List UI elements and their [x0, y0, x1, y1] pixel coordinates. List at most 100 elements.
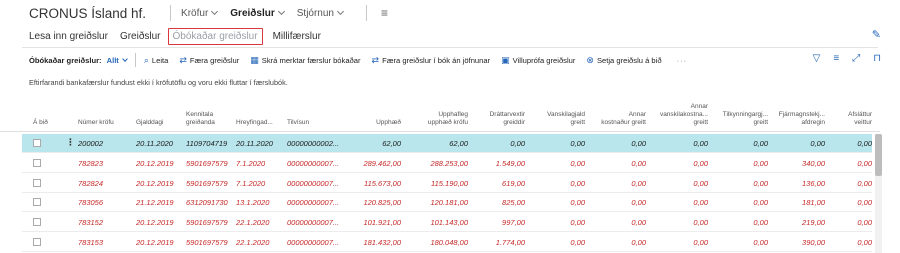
toolbar-right: ▽ ≡ ⤢ ⊓	[813, 53, 881, 64]
column-header[interactable]: Kennitala greiðanda	[186, 111, 234, 127]
table-row[interactable]: 783153 20.12.2019 5901697579 22.1.2020 00000…	[22, 233, 872, 252]
put-on-hold-button[interactable]: ⊗ Setja greiðslu á bið	[586, 55, 661, 66]
table-cell: 0,00	[753, 139, 768, 148]
menu-label: Kröfur	[181, 7, 209, 19]
table-row[interactable]: 783056 21.12.2019 6312091730 13.1.2020 00000…	[22, 193, 872, 213]
table-cell: 21.12.2019	[136, 198, 174, 208]
table-cell: 0,00	[693, 178, 708, 188]
column-header-text: Upphæð	[376, 119, 401, 126]
separator	[366, 5, 367, 21]
column-header[interactable]: Dráttarvextir greiddir	[472, 111, 525, 127]
column-header-text: greiddir	[503, 119, 525, 126]
on-hold-checkbox[interactable]	[33, 139, 41, 147]
column-header[interactable]: Tilkynningargj... greitt	[713, 111, 768, 127]
vertical-scrollbar[interactable]	[875, 134, 882, 253]
search-button[interactable]: ⌕ Leita	[144, 55, 169, 66]
list-view-icon[interactable]: ≡	[833, 53, 839, 64]
column-header[interactable]: Á bið	[33, 119, 63, 127]
separator	[134, 53, 136, 67]
nav-item-lesa-inn[interactable]: Lesa inn greiðslur	[29, 31, 108, 42]
test-report-icon: ▣	[501, 54, 510, 65]
table-row[interactable]: 783152 20.12.2019 5901697579 22.1.2020 00000…	[22, 213, 872, 233]
column-header[interactable]: Upphæð	[347, 119, 401, 127]
column-header-text: Hreyfingad...	[236, 119, 273, 126]
table-cell[interactable]: 783153	[78, 238, 128, 247]
cancel-icon: ⊗	[586, 54, 594, 65]
bookmark-icon[interactable]: ⊓	[873, 53, 881, 64]
column-header[interactable]: Afsláttur veittur	[829, 111, 872, 127]
menu-stjornun[interactable]: Stjórnun	[296, 7, 345, 19]
table-cell: 136,00	[802, 178, 825, 188]
table-cell: 7.1.2020	[236, 158, 266, 168]
info-message: Eftirfarandi bankafærslur fundust ekki í…	[29, 78, 288, 87]
filter-icon[interactable]: ▽	[813, 53, 821, 64]
column-header-text: Fjármagnstekj...	[778, 111, 825, 118]
hamburger-icon[interactable]: ≡	[381, 6, 388, 20]
on-hold-checkbox[interactable]	[33, 158, 41, 167]
table-row[interactable]: 782823 20.12.2019 5901697579 7.1.2020 000000…	[22, 154, 872, 173]
table-cell: 115.673,00	[364, 178, 401, 188]
table-cell: 825,00	[502, 198, 525, 208]
scrollbar-thumb[interactable]	[875, 134, 882, 176]
more-options-icon[interactable]: ···	[677, 56, 688, 65]
page-label: Óbókaðar greiðslur:	[29, 55, 102, 65]
menu-label: Greiðslur	[230, 7, 275, 19]
column-header-text: Vanskilagjald	[547, 111, 585, 118]
table-cell: 0,00	[753, 198, 768, 208]
nav-item-millifaerslur[interactable]: Millifærslur	[273, 31, 321, 42]
column-header[interactable]: Annar vanskilakostna... greitt	[650, 103, 708, 127]
table-cell: 340,00	[802, 158, 825, 168]
on-hold-checkbox[interactable]	[33, 218, 41, 227]
column-header[interactable]: Annar kostnaður greitt	[590, 111, 646, 127]
column-header-text: Gjalddagi	[136, 119, 164, 126]
test-payments-button[interactable]: ▣ Villuprófa greiðslur	[501, 55, 575, 66]
table-cell[interactable]: 782823	[78, 159, 128, 168]
on-hold-checkbox[interactable]	[33, 198, 41, 207]
expand-icon[interactable]: ⤢	[852, 53, 860, 64]
column-header[interactable]: Tilvísun	[287, 119, 342, 127]
table-cell: 5901697579	[186, 178, 228, 188]
column-header[interactable]: Vanskilagjald greitt	[530, 111, 585, 127]
column-header-text: upphæð kröfu	[427, 119, 468, 126]
column-header[interactable]: Fjármagnstekj... afdregin	[773, 111, 825, 127]
column-header[interactable]: Upphafleg upphæð kröfu	[405, 111, 468, 127]
table-cell: 00000000007...	[287, 198, 340, 208]
column-header[interactable]: Gjalddagi	[136, 119, 181, 127]
mark-posted-button[interactable]: ▦ Skrá merktar færslur bókaðar	[250, 55, 360, 66]
table-cell[interactable]: 782824	[78, 179, 128, 188]
pin-icon[interactable]: ✎	[872, 28, 881, 41]
table-cell: 0,00	[631, 238, 646, 247]
filter-dropdown[interactable]: Allt	[107, 56, 128, 65]
table-cell: 20.12.2019	[136, 218, 174, 228]
table-cell: 00000000007...	[287, 218, 340, 228]
table-cell: 0,00	[570, 198, 585, 208]
menu-greidslur[interactable]: Greiðslur	[230, 7, 285, 19]
table-cell: 997,00	[502, 218, 525, 228]
table-cell: 120.181,00	[430, 198, 468, 208]
post-without-apply-button[interactable]: ⇄ Færa greiðslur í bók án jöfnunar	[372, 55, 491, 66]
on-hold-checkbox[interactable]	[33, 178, 41, 187]
column-header[interactable]: Hreyfingad...	[236, 119, 282, 127]
row-actions-icon[interactable]: ⋮	[66, 137, 75, 148]
column-header-text: greitt	[570, 119, 585, 126]
table-cell[interactable]: 783152	[78, 218, 128, 227]
table-cell[interactable]: 200002	[78, 139, 128, 148]
column-header[interactable]: Númer kröfu	[78, 119, 128, 127]
search-label: Leita	[151, 55, 169, 65]
on-hold-checkbox[interactable]	[33, 238, 41, 246]
company-name[interactable]: CRONUS Ísland hf.	[29, 6, 146, 21]
menu-label: Stjórnun	[296, 7, 334, 19]
table-cell: 5901697579	[186, 158, 228, 168]
table-cell: 5901697579	[186, 238, 228, 247]
post-payments-button[interactable]: ⇄ Færa greiðslur	[179, 55, 239, 66]
table-row[interactable]: ⋮ 200002 20.11.2020 1109704719 20.11.2020 000…	[22, 134, 872, 153]
column-header-text: vanskilakostna...	[659, 111, 708, 118]
nav-item-obokadar-greidslur[interactable]: Óbókaðar greiðslur	[167, 27, 263, 45]
nav-item-greidslur[interactable]: Greiðslur	[120, 31, 161, 42]
menu-krofur[interactable]: Kröfur	[181, 7, 219, 19]
table-cell: 0,00	[631, 198, 646, 208]
table-row[interactable]: 782824 20.12.2019 5901697579 7.1.2020 000000…	[22, 174, 872, 193]
table-cell[interactable]: 783056	[78, 198, 128, 207]
column-header-text: greitt	[693, 119, 708, 126]
table-cell: 22.1.2020	[236, 218, 270, 228]
